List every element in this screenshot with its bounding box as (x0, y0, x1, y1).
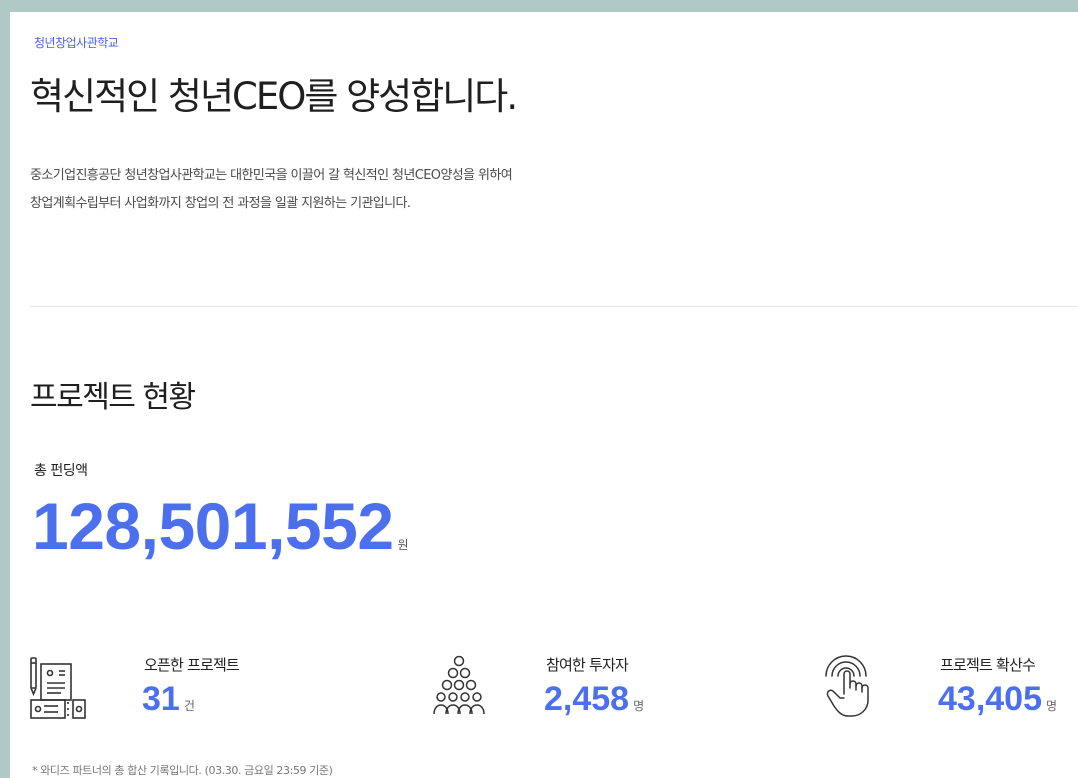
stat-value-row: 31 건 (142, 680, 195, 719)
description-line: 창업계획수립부터 사업화까지 창업의 전 과정을 일괄 지원하는 기관입니다. (30, 196, 411, 211)
total-funding-label: 총 펀딩액 (34, 463, 88, 479)
stat-open-projects: 오픈한 프로젝트 31 건 (28, 652, 348, 732)
document-icon (28, 652, 108, 726)
stat-unit: 명 (633, 699, 645, 713)
stat-unit: 건 (183, 699, 195, 713)
stat-investors: 참여한 투자자 2,458 명 (424, 652, 764, 732)
footnote: * 와디즈 파트너의 총 합산 기록입니다. (03.30. 금요일 23:59… (32, 764, 333, 777)
stat-value: 2,458 (544, 680, 630, 718)
description: 중소기업진흥공단 청년창업사관학교는 대한민국을 이끌어 갈 혁신적인 청년CE… (30, 162, 513, 218)
stat-value-row: 43,405 명 (938, 680, 1057, 719)
section-title: 프로젝트 현황 (30, 380, 196, 415)
total-funding: 128,501,552 원 (32, 488, 409, 564)
stat-label: 오픈한 프로젝트 (144, 656, 240, 674)
eyebrow-label: 청년창업사관학교 (34, 36, 119, 50)
section-divider (30, 306, 1078, 307)
stat-label: 프로젝트 확산수 (940, 656, 1036, 674)
touch-hand-icon (822, 652, 912, 726)
stat-value: 43,405 (938, 680, 1042, 718)
program-info-card: 청년창업사관학교 혁신적인 청년CEO를 양성합니다. 중소기업진흥공단 청년창… (10, 12, 1078, 778)
description-line: 중소기업진흥공단 청년창업사관학교는 대한민국을 이끌어 갈 혁신적인 청년CE… (30, 168, 513, 183)
stat-value: 31 (142, 680, 180, 718)
stat-project-spread: 프로젝트 확산수 43,405 명 (822, 652, 1078, 732)
people-group-icon (424, 652, 514, 726)
total-funding-unit: 원 (397, 538, 409, 552)
total-funding-value: 128,501,552 (32, 489, 394, 563)
stat-unit: 명 (1046, 699, 1058, 713)
stat-value-row: 2,458 명 (544, 680, 644, 719)
page-headline: 혁신적인 청년CEO를 양성합니다. (30, 75, 518, 118)
stat-label: 참여한 투자자 (546, 656, 629, 674)
